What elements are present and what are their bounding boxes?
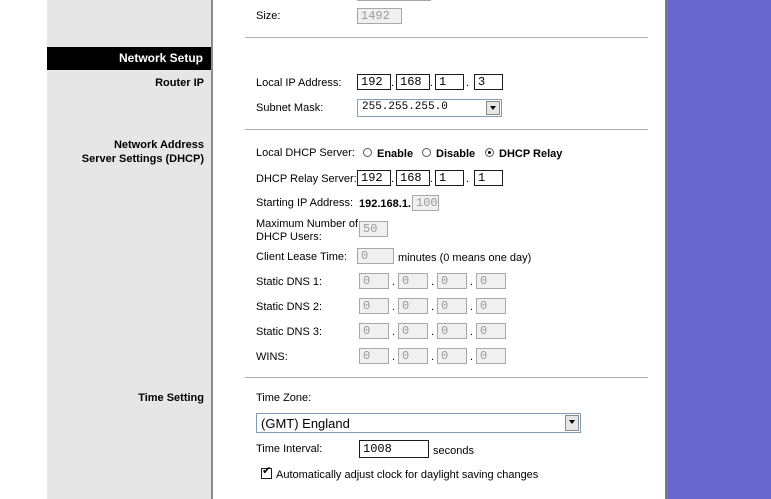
router-ip-heading: Router IP [155, 77, 204, 89]
dhcp-relay-label[interactable]: DHCP Relay [499, 148, 562, 160]
checkmark-icon: ✔ [262, 465, 272, 477]
local-ip-octet-3[interactable]: 1 [435, 74, 464, 90]
time-interval-input[interactable]: 1008 [359, 440, 429, 458]
left-margin [0, 0, 47, 499]
chevron-down-icon[interactable] [486, 101, 500, 115]
ip-dot: . [431, 351, 435, 363]
chevron-down-icon[interactable] [565, 415, 579, 431]
dst-label: Automatically adjust clock for daylight … [276, 469, 539, 481]
dns3-octet-4[interactable]: 0 [476, 323, 506, 339]
wins-octet-3[interactable]: 0 [437, 348, 467, 364]
ip-dot: . [470, 276, 474, 288]
wins-octet-2[interactable]: 0 [398, 348, 428, 364]
relay-ip-octet-3[interactable]: 1 [435, 170, 464, 186]
time-zone-select[interactable]: (GMT) England [256, 413, 581, 433]
wins-octet-4[interactable]: 0 [476, 348, 506, 364]
relay-ip-octet-4[interactable]: 1 [474, 170, 503, 186]
time-zone-value: (GMT) England [261, 416, 350, 431]
time-interval-suffix: seconds [433, 445, 474, 457]
wins-octet-1[interactable]: 0 [359, 348, 389, 364]
ip-dot: . [392, 351, 396, 363]
max-users-label-1: Maximum Number of [256, 218, 359, 230]
subnet-mask-value: 255.255.255.0 [362, 101, 448, 113]
subnet-mask-select[interactable]: 255.255.255.0 [357, 99, 502, 117]
dns1-octet-1[interactable]: 0 [359, 273, 389, 289]
dst-checkbox[interactable]: ✔ [261, 465, 272, 479]
time-zone-label: Time Zone: [256, 392, 312, 404]
ip-dot: . [466, 77, 470, 89]
ip-dot: . [391, 77, 395, 89]
starting-ip-prefix: 192.168.1. [359, 198, 411, 210]
section-title: Network Setup [118, 51, 203, 65]
ip-dot: . [431, 326, 435, 338]
dhcp-disable-radio[interactable] [422, 148, 431, 157]
dns1-label: Static DNS 1: [256, 276, 323, 288]
ip-dot: . [391, 173, 395, 185]
dns2-label: Static DNS 2: [256, 301, 323, 313]
ip-dot: . [392, 326, 396, 338]
separator [245, 377, 648, 378]
time-interval-label: Time Interval: [256, 443, 323, 455]
dns2-octet-2[interactable]: 0 [398, 298, 428, 314]
dhcp-disable-label[interactable]: Disable [436, 148, 475, 160]
ip-dot: . [430, 77, 434, 89]
dhcp-enable-label[interactable]: Enable [377, 148, 413, 160]
sidebar-divider [211, 0, 213, 499]
separator [245, 37, 648, 38]
dns1-octet-4[interactable]: 0 [476, 273, 506, 289]
subnet-mask-label: Subnet Mask: [256, 102, 324, 114]
wins-label: WINS: [256, 351, 288, 363]
ip-dot: . [392, 301, 396, 313]
dns3-octet-1[interactable]: 0 [359, 323, 389, 339]
lease-time-suffix: minutes (0 means one day) [398, 252, 532, 264]
relay-ip-octet-1[interactable]: 192 [357, 170, 391, 186]
local-ip-octet-2[interactable]: 168 [396, 74, 430, 90]
relay-ip-octet-2[interactable]: 168 [396, 170, 430, 186]
local-ip-label: Local IP Address: [256, 77, 342, 89]
ip-dot: . [470, 351, 474, 363]
dns2-octet-3[interactable]: 0 [437, 298, 467, 314]
dns3-label: Static DNS 3: [256, 326, 323, 338]
right-accent-panel [668, 0, 771, 499]
section-header-network-setup: Network Setup [47, 47, 211, 70]
ip-dot: . [470, 326, 474, 338]
starting-ip-input[interactable]: 100 [412, 195, 439, 211]
size-label: Size: [256, 10, 281, 22]
ip-dot: . [430, 173, 434, 185]
dns2-octet-1[interactable]: 0 [359, 298, 389, 314]
local-ip-octet-1[interactable]: 192 [357, 74, 391, 90]
dns3-octet-2[interactable]: 0 [398, 323, 428, 339]
sidebar-panel [47, 0, 211, 499]
dns1-octet-3[interactable]: 0 [437, 273, 467, 289]
ip-dot: . [466, 173, 470, 185]
dhcp-relay-radio[interactable] [485, 148, 494, 157]
ip-dot: . [431, 301, 435, 313]
dhcp-heading-line1: Network Address [113, 139, 204, 151]
separator [245, 129, 648, 130]
ip-dot: . [392, 276, 396, 288]
max-users-label-2: DHCP Users: [256, 231, 322, 243]
max-users-input[interactable]: 50 [359, 221, 388, 237]
dhcp-server-label: Local DHCP Server: [256, 147, 355, 159]
ip-dot: . [431, 276, 435, 288]
lease-time-label: Client Lease Time: [256, 251, 348, 263]
dhcp-heading-line2: Server Settings (DHCP) [81, 153, 204, 165]
dns1-octet-2[interactable]: 0 [398, 273, 428, 289]
previous-field-edge [357, 0, 431, 1]
time-setting-heading: Time Setting [138, 392, 204, 404]
dns3-octet-3[interactable]: 0 [437, 323, 467, 339]
dns2-octet-4[interactable]: 0 [476, 298, 506, 314]
starting-ip-label: Starting IP Address: [256, 197, 354, 209]
local-ip-octet-4[interactable]: 3 [474, 74, 503, 90]
size-input[interactable]: 1492 [357, 8, 402, 24]
dhcp-enable-radio[interactable] [363, 148, 372, 157]
ip-dot: . [470, 301, 474, 313]
relay-server-label: DHCP Relay Server: [256, 173, 357, 185]
lease-time-input[interactable]: 0 [357, 248, 394, 264]
